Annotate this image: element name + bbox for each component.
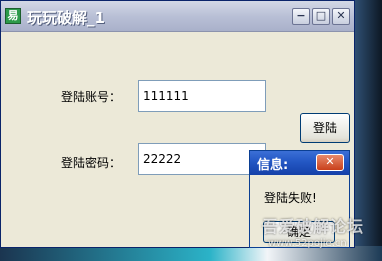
message-box-title: 信息: — [257, 158, 289, 173]
minimize-button[interactable]: − — [292, 8, 310, 25]
account-label: 登陆账号： — [61, 90, 122, 104]
window-title: 玩玩破解_1 — [27, 9, 105, 27]
watermark-text: 吾爱破解论坛 — [262, 217, 365, 236]
password-input[interactable]: 22222 — [138, 143, 266, 175]
message-box-close-button[interactable]: ✕ — [316, 154, 344, 171]
message-box-titlebar[interactable]: 信息: ✕ — [250, 151, 349, 175]
account-input[interactable]: 111111 — [138, 80, 266, 112]
watermark-url: www.52pojie.cn — [268, 238, 347, 249]
app-icon: 易 — [5, 8, 21, 24]
message-text: 登陆失败! — [264, 191, 317, 205]
close-button[interactable]: ✕ — [332, 8, 350, 25]
password-label: 登陆密码： — [61, 156, 122, 170]
main-titlebar[interactable]: 易 玩玩破解_1 − □ ✕ — [1, 1, 354, 32]
login-button[interactable]: 登陆 — [300, 113, 350, 143]
maximize-button[interactable]: □ — [312, 8, 330, 25]
